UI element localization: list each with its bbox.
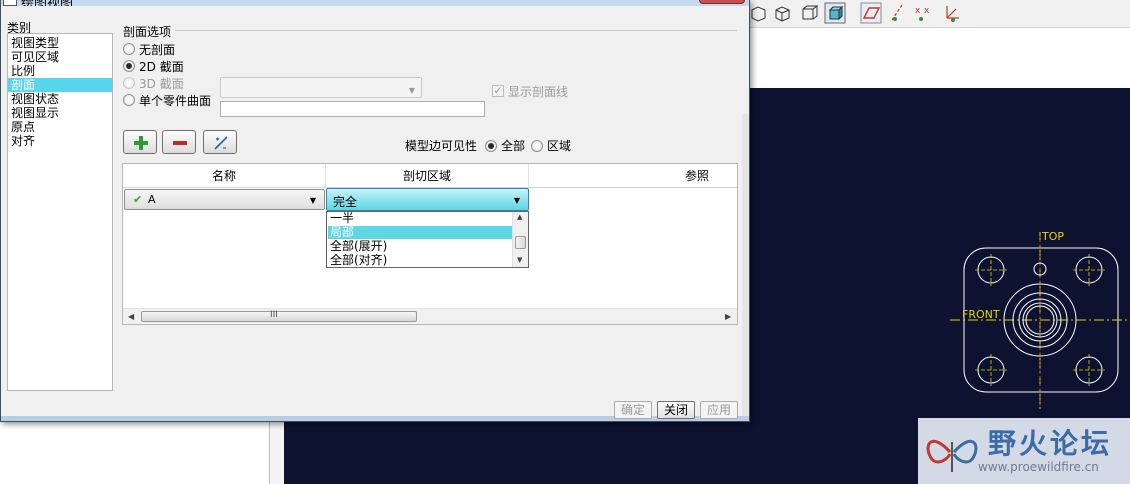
dropdown-option-local[interactable]: 局部 <box>328 226 512 239</box>
svg-text:x: x <box>915 6 921 16</box>
pane-splitter[interactable] <box>270 418 284 484</box>
scroll-left-icon[interactable]: ◀ <box>128 312 134 321</box>
watermark-logo: 野火论坛 www.proewildfire.cn <box>918 418 1130 484</box>
radio-label: 区域 <box>547 139 572 153</box>
dropdown-option-full-aligned[interactable]: 全部(对齐) <box>328 254 512 267</box>
show-hatch-checkbox[interactable]: ✓ 显示剖面线 <box>492 83 568 99</box>
radio-single-part-surface[interactable]: 单个零件曲面 <box>123 92 211 108</box>
category-item-visible-area[interactable]: 可见区域 <box>8 50 112 64</box>
radio-2d-section[interactable]: 2D 截面 <box>123 58 184 74</box>
category-item-scale[interactable]: 比例 <box>8 64 112 78</box>
close-button[interactable]: 关闭 <box>657 401 695 419</box>
section-options-divider <box>175 30 737 31</box>
hidden-line-icon[interactable] <box>798 2 820 24</box>
radio-visibility-all[interactable] <box>485 139 498 152</box>
section-region-value: 完全 <box>333 195 358 209</box>
section-options-caption: 剖面选项 <box>123 25 172 39</box>
scrollbar-thumb[interactable]: III <box>141 310 417 322</box>
radio-visibility-region[interactable] <box>531 139 544 152</box>
wireframe-icon[interactable] <box>772 2 794 24</box>
section-name-value: A <box>148 193 156 206</box>
scroll-right-icon[interactable]: ▶ <box>725 312 731 321</box>
datum-planes-icon[interactable] <box>860 2 882 24</box>
scrollbar-thumb[interactable] <box>515 236 526 249</box>
edit-section-icon <box>214 136 228 150</box>
graphics-window-frame <box>748 28 1130 88</box>
dialog-body: 类别 视图类型 可见区域 比例 剖面 视图状态 视图显示 原点 对齐 剖面选项 … <box>1 6 749 419</box>
part-surface-input[interactable] <box>220 101 485 117</box>
radio-no-section[interactable]: 无剖面 <box>123 41 175 57</box>
chevron-down-icon: ▼ <box>513 196 520 205</box>
category-list[interactable]: 视图类型 可见区域 比例 剖面 视图状态 视图显示 原点 对齐 <box>7 33 113 391</box>
saved-views-icon[interactable] <box>748 2 770 24</box>
dropdown-option-full-unfold[interactable]: 全部(展开) <box>328 240 512 253</box>
grip-icon: III <box>270 310 278 320</box>
datum-label-front: FRONT <box>962 308 1000 321</box>
checkbox-label: 显示剖面线 <box>508 84 569 99</box>
add-section-button[interactable] <box>123 130 157 154</box>
chevron-down-icon: ▼ <box>408 86 415 95</box>
edit-section-button[interactable] <box>203 130 237 154</box>
watermark-url: www.proewildfire.cn <box>978 460 1099 474</box>
3d-section-combo[interactable]: ▼ <box>220 77 422 98</box>
drawing-view[interactable]: TOP FRONT <box>940 222 1130 422</box>
dropdown-option-half[interactable]: 一半 <box>328 212 512 225</box>
column-header-reference[interactable]: 参照 <box>529 164 737 188</box>
radio-button[interactable] <box>123 77 135 89</box>
table-horizontal-scrollbar[interactable]: ◀ III ▶ <box>123 308 737 324</box>
apply-button[interactable]: 应用 <box>700 401 738 419</box>
plus-icon <box>134 136 148 150</box>
datum-points-icon[interactable]: xx <box>912 2 934 24</box>
minus-icon <box>173 141 187 145</box>
section-region-combo[interactable]: 完全 ▼ <box>326 188 529 211</box>
category-item-origin[interactable]: 原点 <box>8 120 112 134</box>
radio-3d-section[interactable]: 3D 截面 <box>123 75 184 91</box>
radio-label: 单个零件曲面 <box>139 93 212 108</box>
column-header-region[interactable]: 剖切区域 <box>326 164 529 188</box>
checkmark-icon[interactable]: ✓ <box>492 85 504 97</box>
region-dropdown-list[interactable]: 一半 局部 全部(展开) 全部(对齐) ▲ ▼ <box>326 211 529 268</box>
radio-label: 无剖面 <box>139 42 176 57</box>
model-tree-pane <box>0 418 270 484</box>
checkmark-icon: ✔ <box>133 193 143 206</box>
radio-button[interactable] <box>123 94 135 106</box>
watermark-title: 野火论坛 <box>988 427 1113 460</box>
section-name-combo[interactable]: ✔ A ▼ <box>124 189 325 210</box>
datum-axes-icon[interactable] <box>886 2 908 24</box>
dialog-edge <box>742 114 749 416</box>
coordinate-systems-icon[interactable] <box>942 2 964 24</box>
scroll-down-icon[interactable]: ▼ <box>517 256 522 264</box>
radio-label: 2D 截面 <box>139 59 184 74</box>
radio-label: 全部 <box>501 139 526 153</box>
radio-button[interactable] <box>123 43 135 55</box>
ok-button[interactable]: 确定 <box>614 401 652 419</box>
category-item-view-type[interactable]: 视图类型 <box>8 36 112 50</box>
chevron-down-icon: ▼ <box>309 196 316 205</box>
svg-text:x: x <box>924 6 930 16</box>
scroll-up-icon[interactable]: ▲ <box>517 213 522 221</box>
butterfly-logo-icon <box>926 439 978 472</box>
model-edge-visibility: 模型边可见性 全部 区域 <box>405 137 571 154</box>
radio-label: 3D 截面 <box>139 76 184 91</box>
dropdown-scrollbar[interactable]: ▲ ▼ <box>512 212 528 267</box>
datum-label-top: TOP <box>1041 230 1064 243</box>
category-item-view-display[interactable]: 视图显示 <box>8 106 112 120</box>
category-item-sections[interactable]: 剖面 <box>8 78 112 92</box>
close-window-button[interactable] <box>699 0 745 4</box>
shaded-view-icon[interactable] <box>824 2 846 24</box>
drawing-view-dialog: 绘图视图 类别 视图类型 可见区域 比例 剖面 视图状态 视图显示 原点 对齐 … <box>0 0 750 422</box>
section-table: 名称 剖切区域 参照 ✔ A ▼ 完全 ▼ 一半 局部 全部(展开) 全部(对齐… <box>122 163 738 325</box>
remove-section-button[interactable] <box>162 130 196 154</box>
visibility-label: 模型边可见性 <box>405 139 478 153</box>
radio-button[interactable] <box>123 60 135 72</box>
category-item-view-states[interactable]: 视图状态 <box>8 92 112 106</box>
view-toolbar: xx <box>748 0 1130 28</box>
category-item-alignment[interactable]: 对齐 <box>8 134 112 148</box>
column-header-name[interactable]: 名称 <box>123 164 326 188</box>
